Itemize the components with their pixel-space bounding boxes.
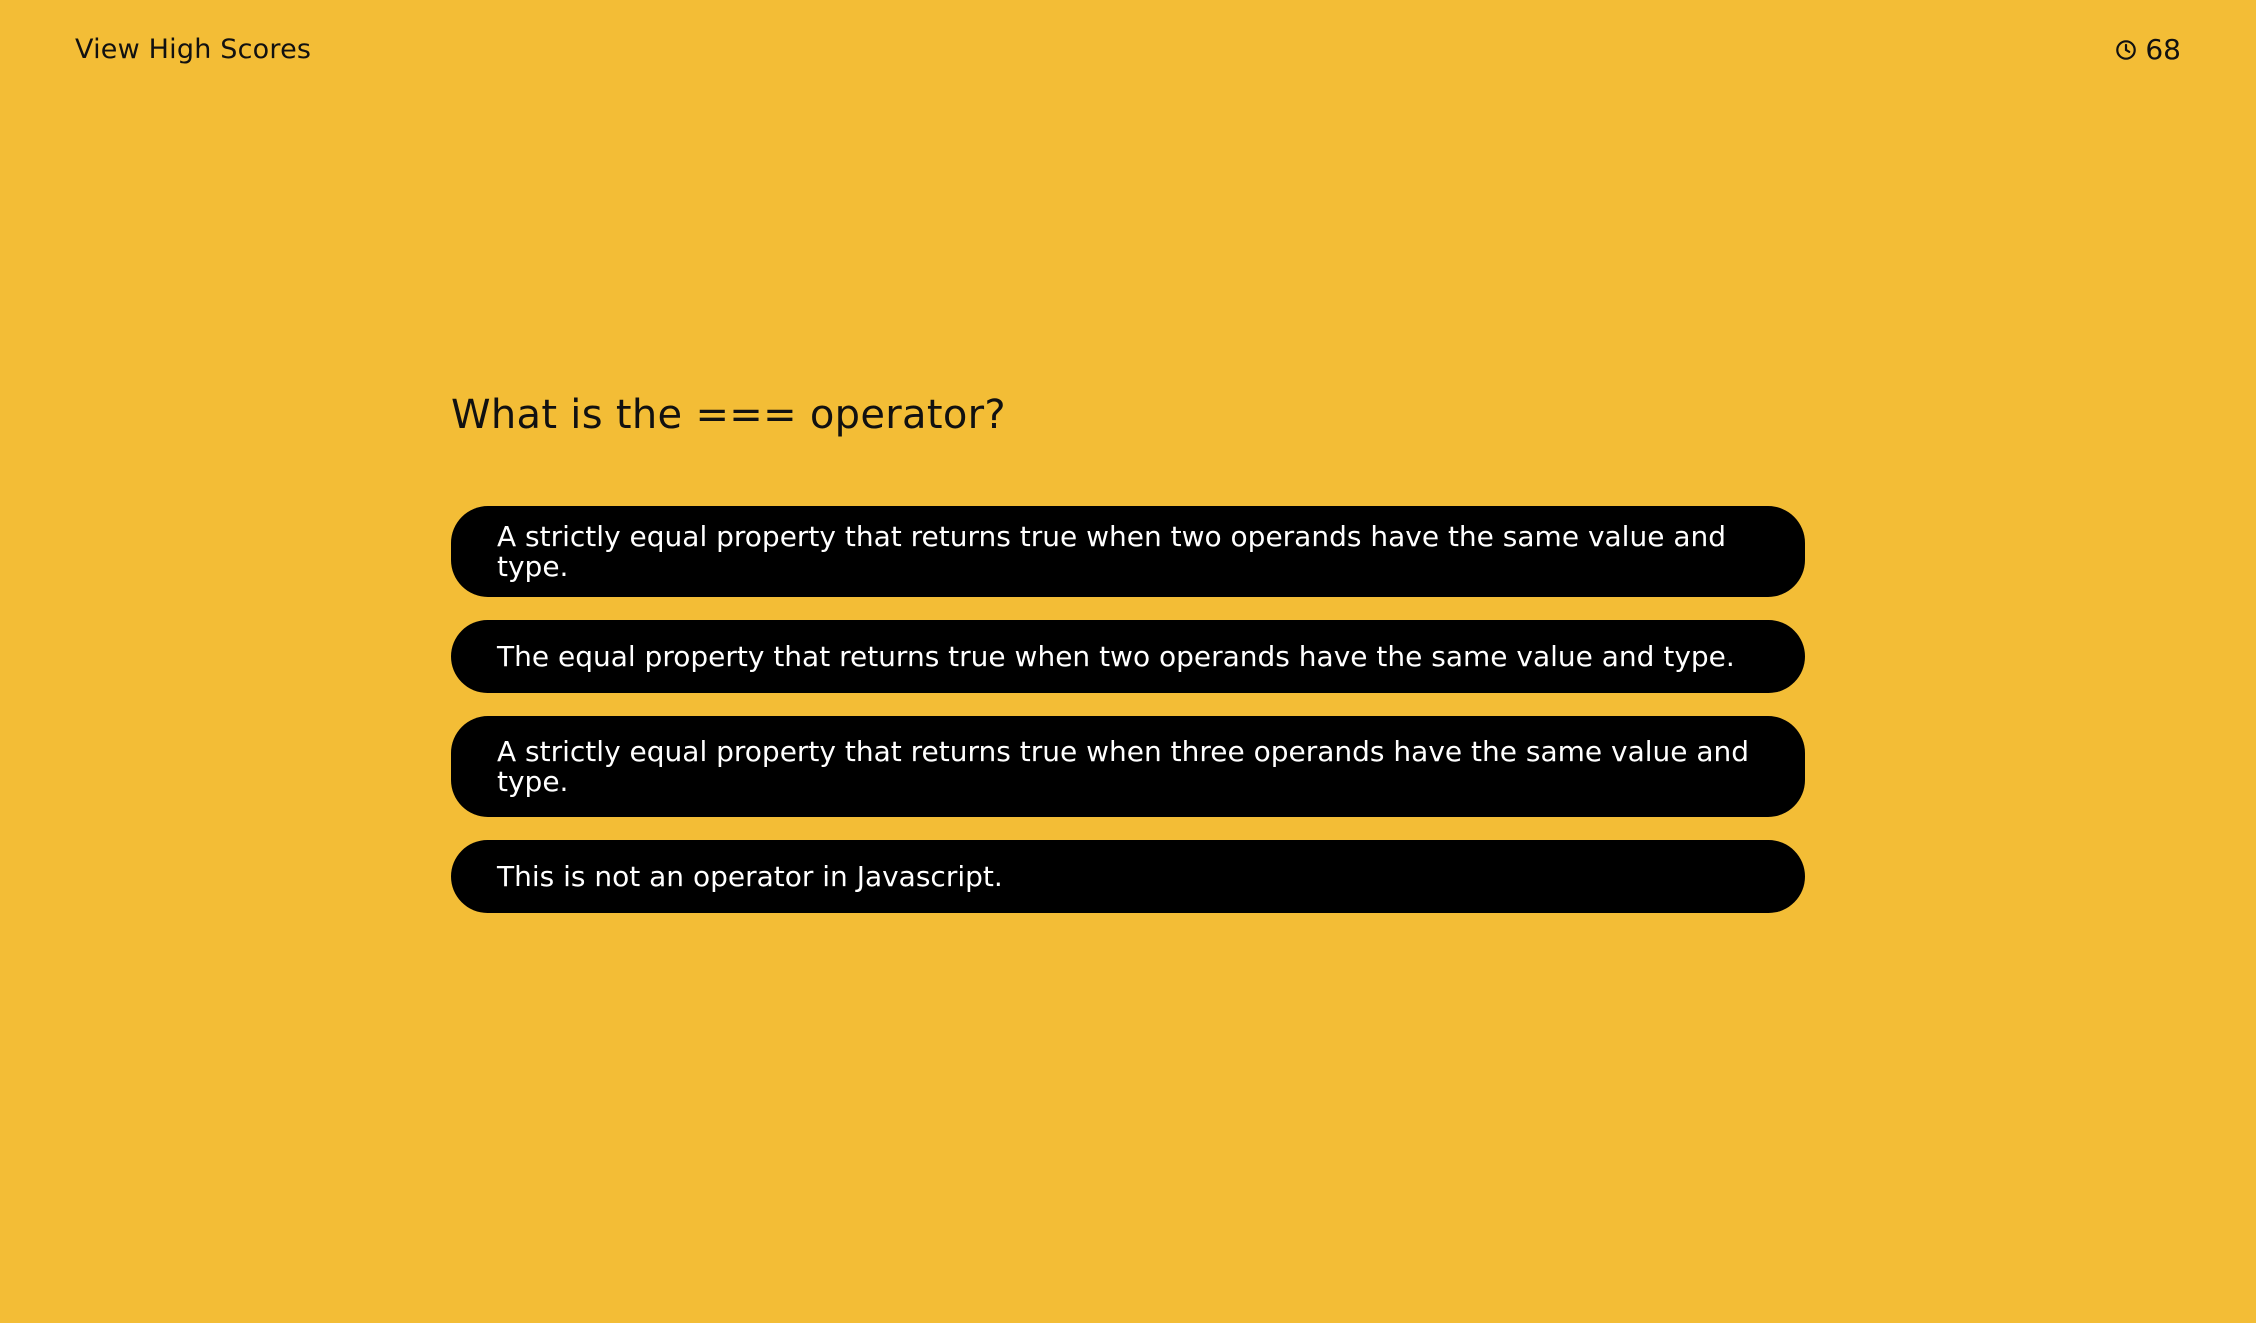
question-text: What is the === operator? xyxy=(451,392,1006,438)
answer-choice-1[interactable]: A strictly equal property that returns t… xyxy=(451,506,1805,597)
top-bar: View High Scores 68 xyxy=(0,0,2256,100)
answer-choices: A strictly equal property that returns t… xyxy=(451,506,1805,913)
answer-choice-4[interactable]: This is not an operator in Javascript. xyxy=(451,840,1805,913)
quiz-panel: What is the === operator? A strictly equ… xyxy=(451,380,1805,913)
timer: 68 xyxy=(2115,31,2181,69)
view-high-scores-link[interactable]: View High Scores xyxy=(75,31,311,69)
answer-choice-3[interactable]: A strictly equal property that returns t… xyxy=(451,716,1805,817)
answer-choice-2[interactable]: The equal property that returns true whe… xyxy=(451,620,1805,693)
clock-icon xyxy=(2115,39,2137,61)
timer-value: 68 xyxy=(2145,33,2181,66)
